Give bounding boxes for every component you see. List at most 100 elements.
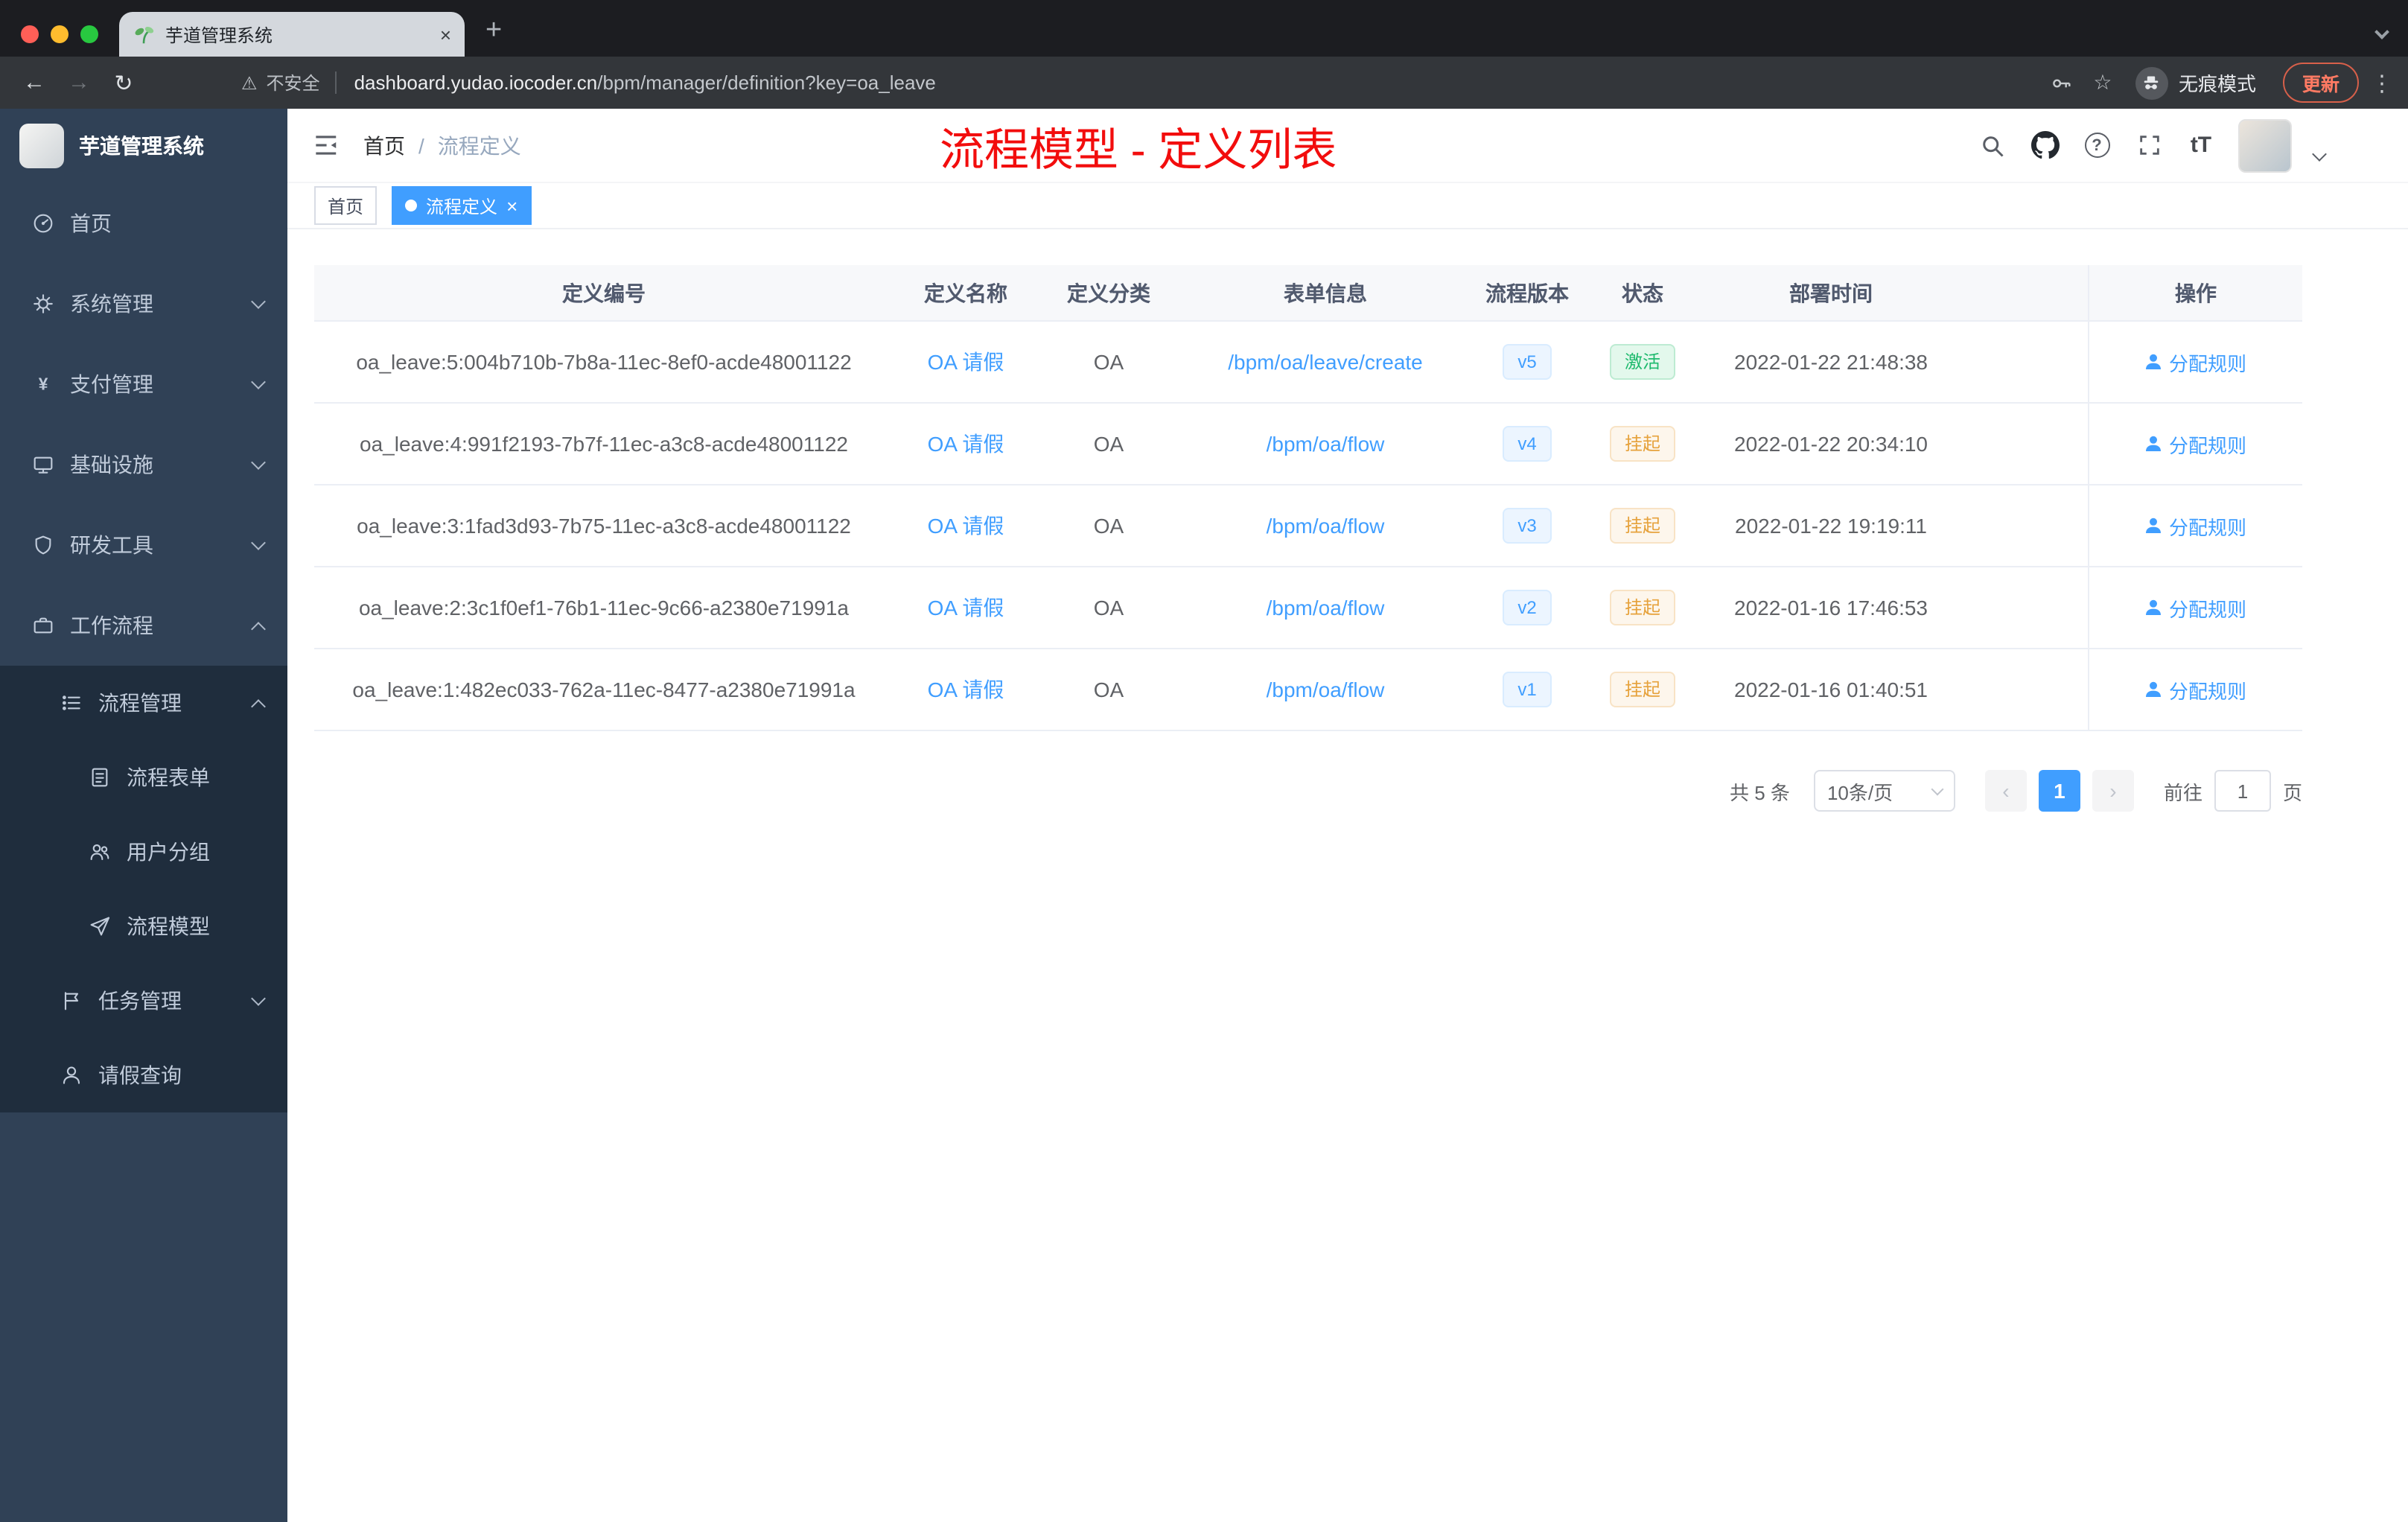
address-bar[interactable]: dashboard.yudao.iocoder.cn/bpm/manager/d…	[354, 71, 936, 94]
tag-label: 流程定义	[426, 196, 498, 217]
form-info-link[interactable]: /bpm/oa/flow	[1267, 432, 1385, 456]
tag-item[interactable]: 流程定义 ×	[392, 186, 532, 225]
assign-rule-link[interactable]: 分配规则	[2169, 430, 2246, 458]
breadcrumb-home-link[interactable]: 首页	[363, 130, 405, 160]
sidebar-item-payment[interactable]: ¥ 支付管理	[0, 344, 287, 424]
sidebar-item-system[interactable]: 系统管理	[0, 264, 287, 344]
chevron-up-icon	[251, 698, 266, 713]
tab-search-chevron-icon[interactable]	[2374, 25, 2389, 39]
sidebar-item-label: 用户分组	[127, 840, 210, 864]
sidebar-item-label: 请假查询	[98, 1063, 182, 1087]
search-icon[interactable]	[1978, 130, 2007, 160]
breadcrumb-current: 流程定义	[437, 133, 521, 157]
page-size-select[interactable]: 10条/页	[1813, 770, 1955, 812]
prev-page-button[interactable]: ‹	[1984, 770, 2027, 812]
definition-name-link[interactable]: OA 请假	[928, 347, 1004, 377]
column-header-status: 状态	[1622, 281, 1663, 305]
person-icon	[2145, 517, 2163, 535]
tag-item[interactable]: 首页	[314, 186, 378, 225]
sidebar-item-leave-query[interactable]: 请假查询	[0, 1038, 287, 1112]
sidebar-item-label: 流程表单	[127, 765, 210, 789]
incognito-label: 无痕模式	[2178, 73, 2256, 95]
close-window-button[interactable]	[21, 25, 39, 43]
user-avatar[interactable]	[2238, 118, 2292, 172]
assign-rule-link[interactable]: 分配规则	[2169, 348, 2246, 376]
security-chip[interactable]: ⚠ 不安全	[241, 70, 320, 95]
sidebar-item-task-manage[interactable]: 任务管理	[0, 964, 287, 1038]
new-tab-button[interactable]: +	[485, 15, 502, 48]
chevron-down-icon	[251, 454, 266, 469]
help-icon[interactable]: ?	[2082, 130, 2112, 160]
tab-close-icon[interactable]: ×	[440, 23, 451, 45]
sidebar-item-infra[interactable]: 基础设施	[0, 424, 287, 505]
gear-icon	[30, 291, 55, 316]
sidebar-item-user-group[interactable]: 用户分组	[0, 815, 287, 889]
version-badge: v5	[1503, 344, 1552, 380]
sidebar-item-process-manage[interactable]: 流程管理	[0, 666, 287, 740]
version-badge: v2	[1503, 590, 1552, 625]
app-logo-avatar	[19, 124, 64, 168]
definition-name-link[interactable]: OA 请假	[928, 675, 1004, 704]
chrome-update-button[interactable]: 更新	[2282, 63, 2359, 103]
definition-category: OA	[1093, 350, 1124, 374]
tags-bar: 首页 流程定义 ×	[287, 183, 2408, 229]
browser-tab-bar: 芋道管理系统 × +	[0, 0, 2408, 57]
assign-rule-link[interactable]: 分配规则	[2169, 675, 2246, 704]
sidebar-item-home[interactable]: 首页	[0, 183, 287, 264]
definition-category: OA	[1093, 596, 1124, 620]
back-button[interactable]: ←	[15, 63, 54, 102]
person-icon	[2145, 681, 2163, 698]
form-info-link[interactable]: /bpm/oa/flow	[1267, 678, 1385, 701]
definition-name-link[interactable]: OA 请假	[928, 511, 1004, 541]
definition-name-link[interactable]: OA 请假	[928, 429, 1004, 459]
chevron-up-icon	[251, 621, 266, 636]
sidebar-item-workflow[interactable]: 工作流程	[0, 585, 287, 666]
minimize-window-button[interactable]	[51, 25, 69, 43]
fullscreen-icon[interactable]	[2134, 130, 2164, 160]
goto-page-input[interactable]	[2214, 770, 2271, 812]
definition-id: oa_leave:4:991f2193-7b7f-11ec-a3c8-acde4…	[360, 432, 848, 456]
security-label: 不安全	[266, 73, 320, 94]
form-info-link[interactable]: /bpm/oa/flow	[1267, 596, 1385, 620]
sidebar-item-process-model[interactable]: 流程模型	[0, 889, 287, 964]
deploy-time: 2022-01-22 21:48:38	[1734, 350, 1928, 374]
form-info-link[interactable]: /bpm/oa/leave/create	[1228, 350, 1423, 374]
definition-id: oa_leave:2:3c1f0ef1-76b1-11ec-9c66-a2380…	[358, 596, 849, 620]
status-badge: 挂起	[1609, 426, 1675, 462]
content-area: 定义编号 定义名称 定义分类 表单信息 流程版本 状态 部署时间 操作 oa_l…	[287, 229, 2408, 1522]
sidebar-item-label: 支付管理	[70, 372, 153, 396]
definition-category: OA	[1093, 432, 1124, 456]
bookmark-star-icon[interactable]: ☆	[2085, 65, 2121, 101]
zoom-window-button[interactable]	[80, 25, 98, 43]
person-icon	[2145, 435, 2163, 453]
assign-rule-link[interactable]: 分配规则	[2169, 512, 2246, 540]
page-size-value: 10条/页	[1826, 781, 1893, 803]
definition-name-link[interactable]: OA 请假	[928, 593, 1004, 623]
sidebar-item-devtools[interactable]: 研发工具	[0, 505, 287, 585]
password-key-icon[interactable]	[2043, 65, 2079, 101]
deploy-time: 2022-01-16 17:46:53	[1734, 596, 1928, 620]
next-page-button[interactable]: ›	[2092, 770, 2134, 812]
status-badge: 挂起	[1609, 672, 1675, 707]
sidebar-logo[interactable]: 芋道管理系统	[0, 109, 287, 183]
column-header-definition-id: 定义编号	[562, 281, 646, 305]
browser-menu-icon[interactable]: ⋮	[2371, 69, 2393, 96]
form-info-link[interactable]: /bpm/oa/flow	[1267, 514, 1385, 538]
main-panel: 首页 / 流程定义 流程模型 - 定义列表 ? tT 首页 流程定义 × 定义编…	[287, 109, 2408, 1522]
chevron-down-icon[interactable]	[2312, 147, 2327, 162]
browser-window: 芋道管理系统 × + ← → ↻ ⚠ 不安全 dashboard.yudao.i…	[0, 0, 2408, 1522]
github-icon[interactable]	[2030, 130, 2060, 160]
sidebar-fold-icon[interactable]	[311, 130, 341, 160]
status-badge: 挂起	[1609, 508, 1675, 544]
warning-icon: ⚠	[241, 72, 258, 93]
refresh-button[interactable]: ↻	[104, 63, 143, 102]
forward-button[interactable]: →	[60, 63, 98, 102]
browser-tab[interactable]: 芋道管理系统 ×	[119, 12, 465, 57]
page-1-button[interactable]: 1	[2038, 770, 2080, 812]
breadcrumb-separator: /	[418, 133, 424, 157]
assign-rule-link[interactable]: 分配规则	[2169, 593, 2246, 622]
font-size-icon[interactable]: tT	[2186, 130, 2216, 160]
table-row: oa_leave:3:1fad3d93-7b75-11ec-a3c8-acde4…	[314, 485, 2302, 567]
sidebar-item-process-form[interactable]: 流程表单	[0, 740, 287, 815]
tag-close-icon[interactable]: ×	[506, 196, 517, 215]
